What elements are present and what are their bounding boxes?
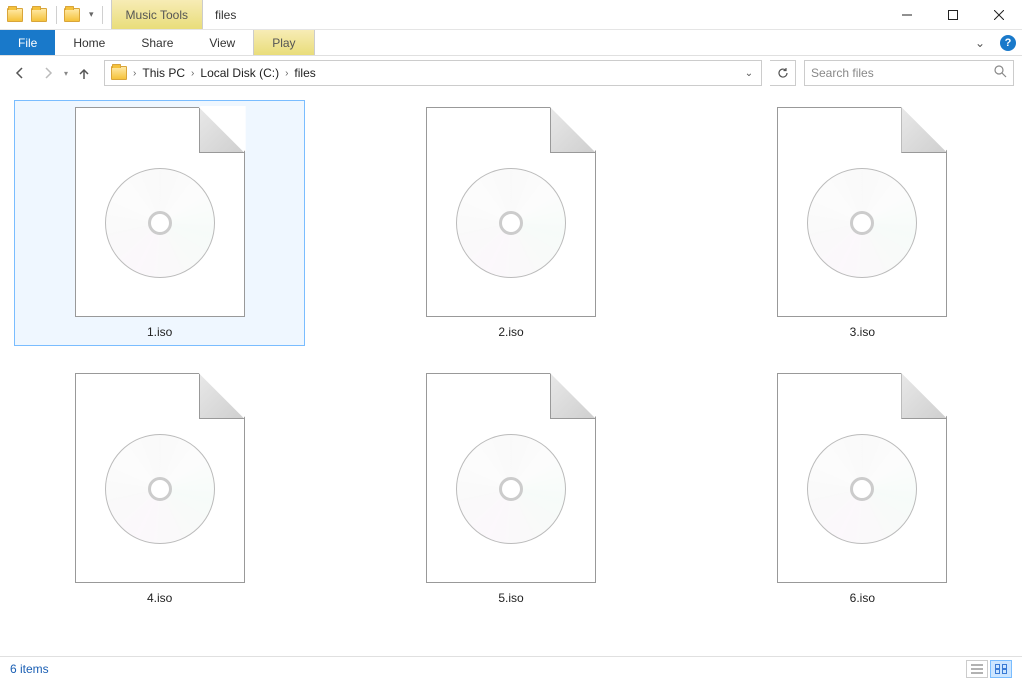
minimize-button[interactable] [884, 0, 930, 30]
iso-file-icon [777, 373, 947, 583]
tab-home[interactable]: Home [55, 30, 123, 55]
file-name-label: 5.iso [498, 591, 523, 605]
breadcrumb-folder[interactable]: files [290, 66, 319, 80]
file-name-label: 3.iso [850, 325, 875, 339]
iso-file-icon [426, 107, 596, 317]
back-button[interactable] [8, 61, 32, 85]
navigation-bar: ▾ › This PC › Local Disk (C:) › files ⌄ [0, 56, 1022, 90]
help-button[interactable]: ? [994, 30, 1022, 55]
up-button[interactable] [72, 61, 96, 85]
file-item[interactable]: 3.iso [717, 100, 1008, 346]
search-input[interactable] [811, 66, 994, 80]
file-name-label: 4.iso [147, 591, 172, 605]
file-pane[interactable]: 1.iso 2.iso 3.iso 4.iso 5.iso 6.iso [0, 90, 1022, 650]
tab-share[interactable]: Share [123, 30, 191, 55]
file-item[interactable]: 1.iso [14, 100, 305, 346]
maximize-button[interactable] [930, 0, 976, 30]
chevron-right-icon[interactable]: › [189, 68, 196, 79]
folder-icon[interactable] [28, 4, 50, 26]
separator [56, 6, 57, 24]
file-item[interactable]: 2.iso [365, 100, 656, 346]
quick-access-toolbar: ▾ [0, 0, 111, 29]
title-bar: ▾ Music Tools files [0, 0, 1022, 30]
file-name-label: 2.iso [498, 325, 523, 339]
refresh-button[interactable] [770, 60, 796, 86]
close-button[interactable] [976, 0, 1022, 30]
file-name-label: 6.iso [850, 591, 875, 605]
file-item[interactable]: 5.iso [365, 366, 656, 612]
file-name-label: 1.iso [147, 325, 172, 339]
window-title: files [203, 0, 248, 29]
view-toggle [966, 660, 1012, 678]
iso-file-icon [75, 107, 245, 317]
search-box[interactable] [804, 60, 1014, 86]
window-controls [884, 0, 1022, 29]
address-bar[interactable]: › This PC › Local Disk (C:) › files ⌄ [104, 60, 762, 86]
folder-icon[interactable] [61, 4, 83, 26]
file-item[interactable]: 4.iso [14, 366, 305, 612]
breadcrumb-drive[interactable]: Local Disk (C:) [196, 66, 283, 80]
tab-view[interactable]: View [191, 30, 253, 55]
ribbon-collapse-icon[interactable]: ⌄ [966, 30, 994, 55]
iso-file-icon [777, 107, 947, 317]
address-dropdown-icon[interactable]: ⌄ [739, 68, 759, 79]
search-icon[interactable] [994, 65, 1007, 81]
separator [102, 6, 103, 24]
item-count: 6 items [10, 662, 49, 676]
forward-button[interactable] [36, 61, 60, 85]
tab-play[interactable]: Play [253, 30, 314, 55]
recent-locations-icon[interactable]: ▾ [64, 69, 68, 78]
iso-file-icon [426, 373, 596, 583]
status-bar: 6 items [0, 656, 1022, 680]
iso-file-icon [75, 373, 245, 583]
chevron-right-icon[interactable]: › [131, 68, 138, 79]
large-icons-view-button[interactable] [990, 660, 1012, 678]
folder-icon[interactable] [4, 4, 26, 26]
details-view-button[interactable] [966, 660, 988, 678]
contextual-tab-group: Music Tools [111, 0, 203, 29]
breadcrumb-this-pc[interactable]: This PC [138, 66, 189, 80]
qat-dropdown-icon[interactable]: ▾ [85, 9, 98, 20]
tab-file[interactable]: File [0, 30, 55, 55]
ribbon-tabs: File Home Share View Play ⌄ ? [0, 30, 1022, 56]
file-item[interactable]: 6.iso [717, 366, 1008, 612]
folder-icon [111, 66, 127, 80]
chevron-right-icon[interactable]: › [283, 68, 290, 79]
